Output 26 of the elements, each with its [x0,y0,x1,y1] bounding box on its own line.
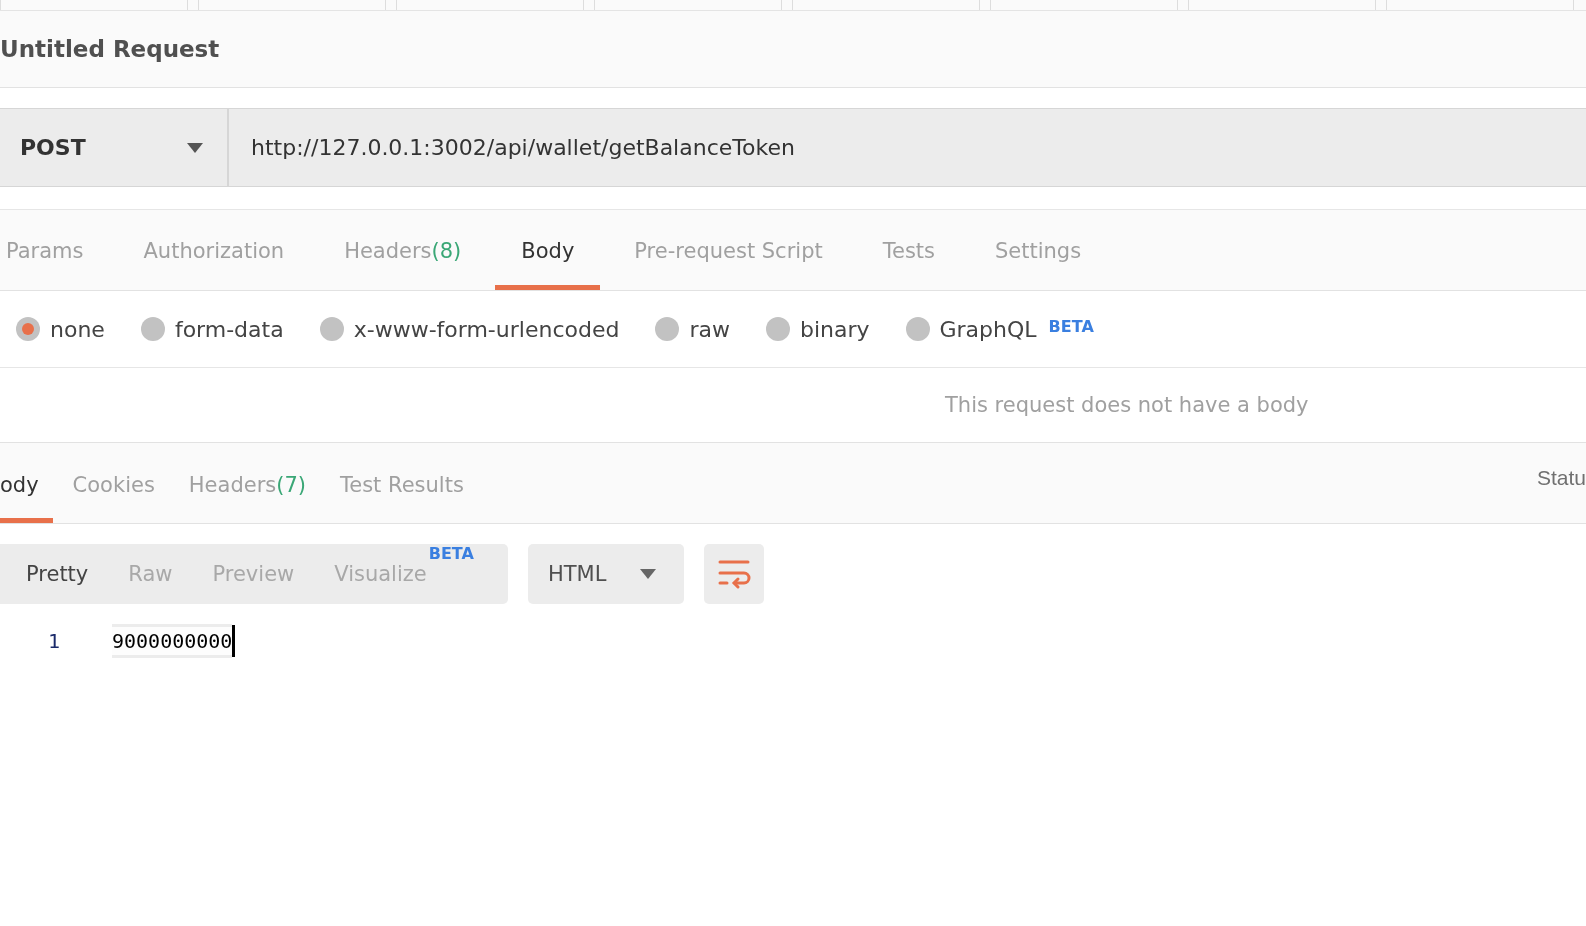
request-tab[interactable]: Body [495,210,601,290]
empty-body-message: This request does not have a body [945,393,1309,417]
body-type-option[interactable]: x-www-form-urlencoded [319,316,620,342]
radio-button[interactable] [140,317,165,341]
body-type-option[interactable]: binary [765,316,870,342]
view-mode-button[interactable]: Pretty [0,544,109,604]
body-type-option[interactable]: GraphQL $^{BETA}$ [905,316,1094,342]
caret-icon [639,569,656,579]
text-cursor [232,625,236,657]
wrap-lines-button[interactable] [703,544,764,604]
status-label: Statu [1536,466,1586,490]
body-type-option[interactable]: none [16,316,105,342]
body-type-option[interactable]: form-data [140,316,284,342]
format-dropdown[interactable]: HTML [527,544,684,604]
radio-button[interactable] [655,317,680,341]
wrap-icon [716,558,751,590]
radio-button[interactable] [765,317,790,341]
url-field[interactable]: http://127.0.0.1:3002/api/wallet/getBalanceToken [229,109,1586,186]
radio-button[interactable] [905,317,930,341]
radio-button[interactable] [16,317,40,341]
response-tab[interactable]: ody [0,443,53,523]
caret-icon [187,142,203,153]
line-number: 1 [46,629,60,653]
radio-button[interactable] [319,317,344,341]
body-type-option[interactable]: raw [655,316,730,342]
request-title: Untitled Request [0,36,220,62]
